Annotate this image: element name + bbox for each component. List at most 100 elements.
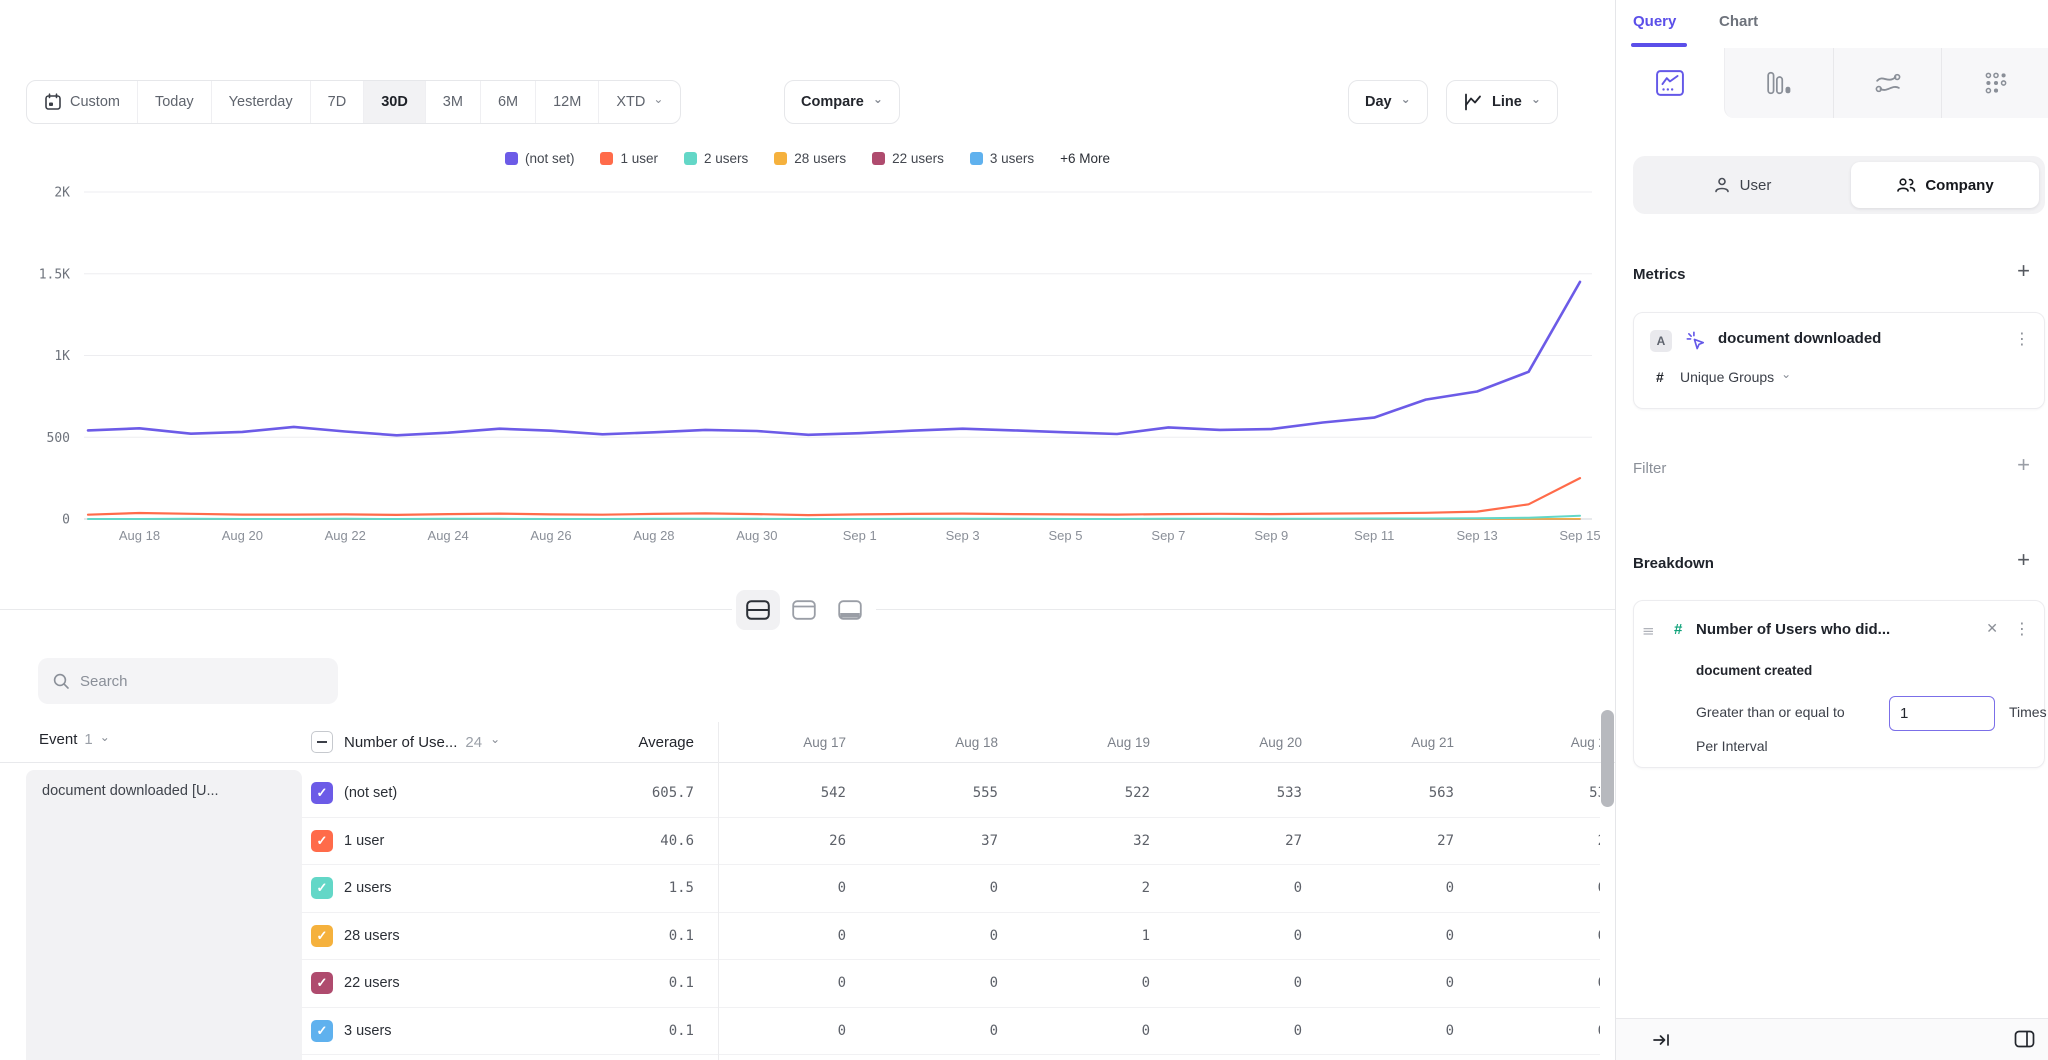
range-12m[interactable]: 12M — [535, 81, 598, 123]
table-row[interactable]: ✓28 users0.1001000 — [300, 913, 1600, 961]
x-axis-tick: Sep 13 — [1457, 528, 1498, 543]
cell-value: 0 — [700, 975, 852, 991]
range-xtd[interactable]: XTD⌄ — [598, 81, 680, 123]
metric-card[interactable]: A document downloaded ⋮ # Unique Groups … — [1633, 312, 2045, 409]
range-yesterday[interactable]: Yesterday — [211, 81, 310, 123]
cell-value: 26 — [700, 833, 852, 849]
interval-dropdown[interactable]: Day ⌄ — [1348, 80, 1428, 124]
table-row[interactable]: ✓1 user40.626373227272 — [300, 818, 1600, 866]
table-body: ✓(not set)605.754255552253356353✓1 user4… — [300, 770, 1600, 1060]
calendar-icon — [44, 93, 62, 111]
chevron-down-icon: ⌄ — [873, 93, 883, 105]
cell-value: 0 — [1460, 928, 1600, 944]
date-column-header: Aug 20 — [1156, 735, 1308, 750]
add-metric-button[interactable]: + — [2017, 260, 2030, 282]
cell-value: 533 — [1156, 785, 1308, 801]
y-axis-tick: 500 — [47, 431, 70, 446]
close-icon[interactable]: ✕ — [1986, 621, 1998, 637]
event-column-label: Event — [39, 731, 77, 748]
layout-chart-view-icon[interactable] — [782, 590, 826, 630]
collapse-sidebar-icon[interactable] — [1652, 1031, 1671, 1049]
x-axis-tick: Aug 18 — [119, 528, 160, 543]
range-6m[interactable]: 6M — [480, 81, 535, 123]
tab-query[interactable]: Query — [1633, 13, 1676, 30]
date-column-header: Aug 18 — [852, 735, 1004, 750]
entity-toggle: User Company — [1633, 156, 2045, 214]
event-column-header[interactable]: Event 1 ⌄ — [39, 731, 110, 748]
range-7d[interactable]: 7D — [310, 81, 364, 123]
table-row[interactable]: ✓(not set)605.754255552253356353 — [300, 770, 1600, 818]
entity-user-label: User — [1740, 177, 1772, 194]
per-interval-label[interactable]: Per Interval — [1696, 738, 1768, 754]
date-column-header: Aug 2 — [1460, 735, 1600, 750]
chart-type-matrix-tab[interactable] — [1941, 48, 2048, 118]
cell-value: 0 — [1308, 1023, 1460, 1039]
series-checkbox[interactable]: ✓ — [311, 1020, 333, 1042]
series-checkbox[interactable]: ✓ — [311, 972, 333, 994]
entity-option-company[interactable]: Company — [1851, 156, 2039, 214]
metric-event-name[interactable]: document downloaded — [1718, 330, 1881, 347]
sidebar-footer — [1616, 1018, 2048, 1060]
breakdown-card[interactable]: ≡ # Number of Users who did... ✕ ⋮ docum… — [1633, 600, 2045, 768]
chevron-down-icon: ⌄ — [1401, 93, 1411, 105]
event-list-item[interactable]: document downloaded [U... — [26, 770, 302, 1060]
y-axis-tick: 1.5K — [39, 267, 70, 282]
compare-button[interactable]: Compare ⌄ — [784, 80, 900, 124]
series-label: (not set) — [344, 785, 500, 801]
range-30d[interactable]: 30D — [363, 81, 425, 123]
event-click-icon — [1684, 329, 1706, 351]
column-divider — [718, 722, 719, 1060]
table-row[interactable]: ✓22 users0.1000000 — [300, 960, 1600, 1008]
select-all-checkbox[interactable] — [311, 731, 333, 753]
table-row[interactable]: ✓3 users0.1000000 — [300, 1008, 1600, 1056]
add-breakdown-button[interactable]: + — [2017, 549, 2030, 571]
chart-type-dropdown[interactable]: Line ⌄ — [1446, 80, 1558, 124]
x-axis-tick: Aug 26 — [530, 528, 571, 543]
condition-label[interactable]: Greater than or equal to — [1696, 704, 1845, 720]
interval-label: Day — [1365, 94, 1392, 110]
drag-handle-icon[interactable]: ≡ — [1642, 622, 1655, 640]
range-label: Custom — [70, 94, 120, 110]
condition-value-input[interactable] — [1889, 696, 1995, 731]
chart-type-flow-tab[interactable] — [1833, 48, 1941, 118]
range-3m[interactable]: 3M — [425, 81, 480, 123]
metric-menu-icon[interactable]: ⋮ — [2014, 331, 2030, 347]
range-custom[interactable]: Custom — [27, 81, 137, 123]
cell-value: 555 — [852, 785, 1004, 801]
series-checkbox[interactable]: ✓ — [311, 830, 333, 852]
date-column-header: Aug 19 — [1004, 735, 1156, 750]
table-row[interactable]: ✓2 users1.5002000 — [300, 865, 1600, 913]
series-column-header[interactable]: Number of Use... 24 ⌄ — [344, 734, 500, 751]
series-checkbox[interactable]: ✓ — [311, 877, 333, 899]
cell-value: 563 — [1308, 785, 1460, 801]
cell-value: 27 — [1156, 833, 1308, 849]
average-column-header: Average — [500, 734, 700, 751]
breakdown-title[interactable]: Number of Users who did... — [1696, 621, 1936, 638]
tab-chart[interactable]: Chart — [1719, 13, 1758, 30]
x-axis-tick: Aug 28 — [633, 528, 674, 543]
panel-toggle-icon[interactable] — [2014, 1030, 2035, 1048]
breakdown-event-name[interactable]: document created — [1696, 663, 1812, 678]
x-axis-tick: Sep 7 — [1151, 528, 1185, 543]
series-checkbox[interactable]: ✓ — [311, 925, 333, 947]
chart-type-line-tab[interactable] — [1616, 48, 1724, 118]
cell-value: 0 — [1460, 1023, 1600, 1039]
table-scrollbar[interactable] — [1601, 710, 1614, 807]
layout-split-view-icon[interactable] — [736, 590, 780, 630]
series-label: 1 user — [344, 833, 500, 849]
search-input[interactable] — [80, 673, 310, 690]
entity-option-user[interactable]: User — [1633, 156, 1851, 214]
layout-toggle-group — [732, 586, 876, 634]
layout-table-view-icon[interactable] — [828, 590, 872, 630]
series-checkbox[interactable]: ✓ — [311, 782, 333, 804]
active-tab-indicator — [1631, 43, 1687, 47]
measure-dropdown[interactable]: Unique Groups ⌄ — [1680, 369, 1791, 385]
add-filter-button[interactable]: + — [2017, 454, 2030, 476]
range-today[interactable]: Today — [137, 81, 211, 123]
chart-type-bar-tab[interactable] — [1724, 48, 1833, 118]
cell-value: 53 — [1460, 785, 1600, 801]
breakdown-menu-icon[interactable]: ⋮ — [2014, 621, 2030, 637]
series-count: 24 — [465, 734, 482, 751]
cell-value: 0 — [1156, 975, 1308, 991]
measure-symbol: # — [1656, 369, 1664, 385]
